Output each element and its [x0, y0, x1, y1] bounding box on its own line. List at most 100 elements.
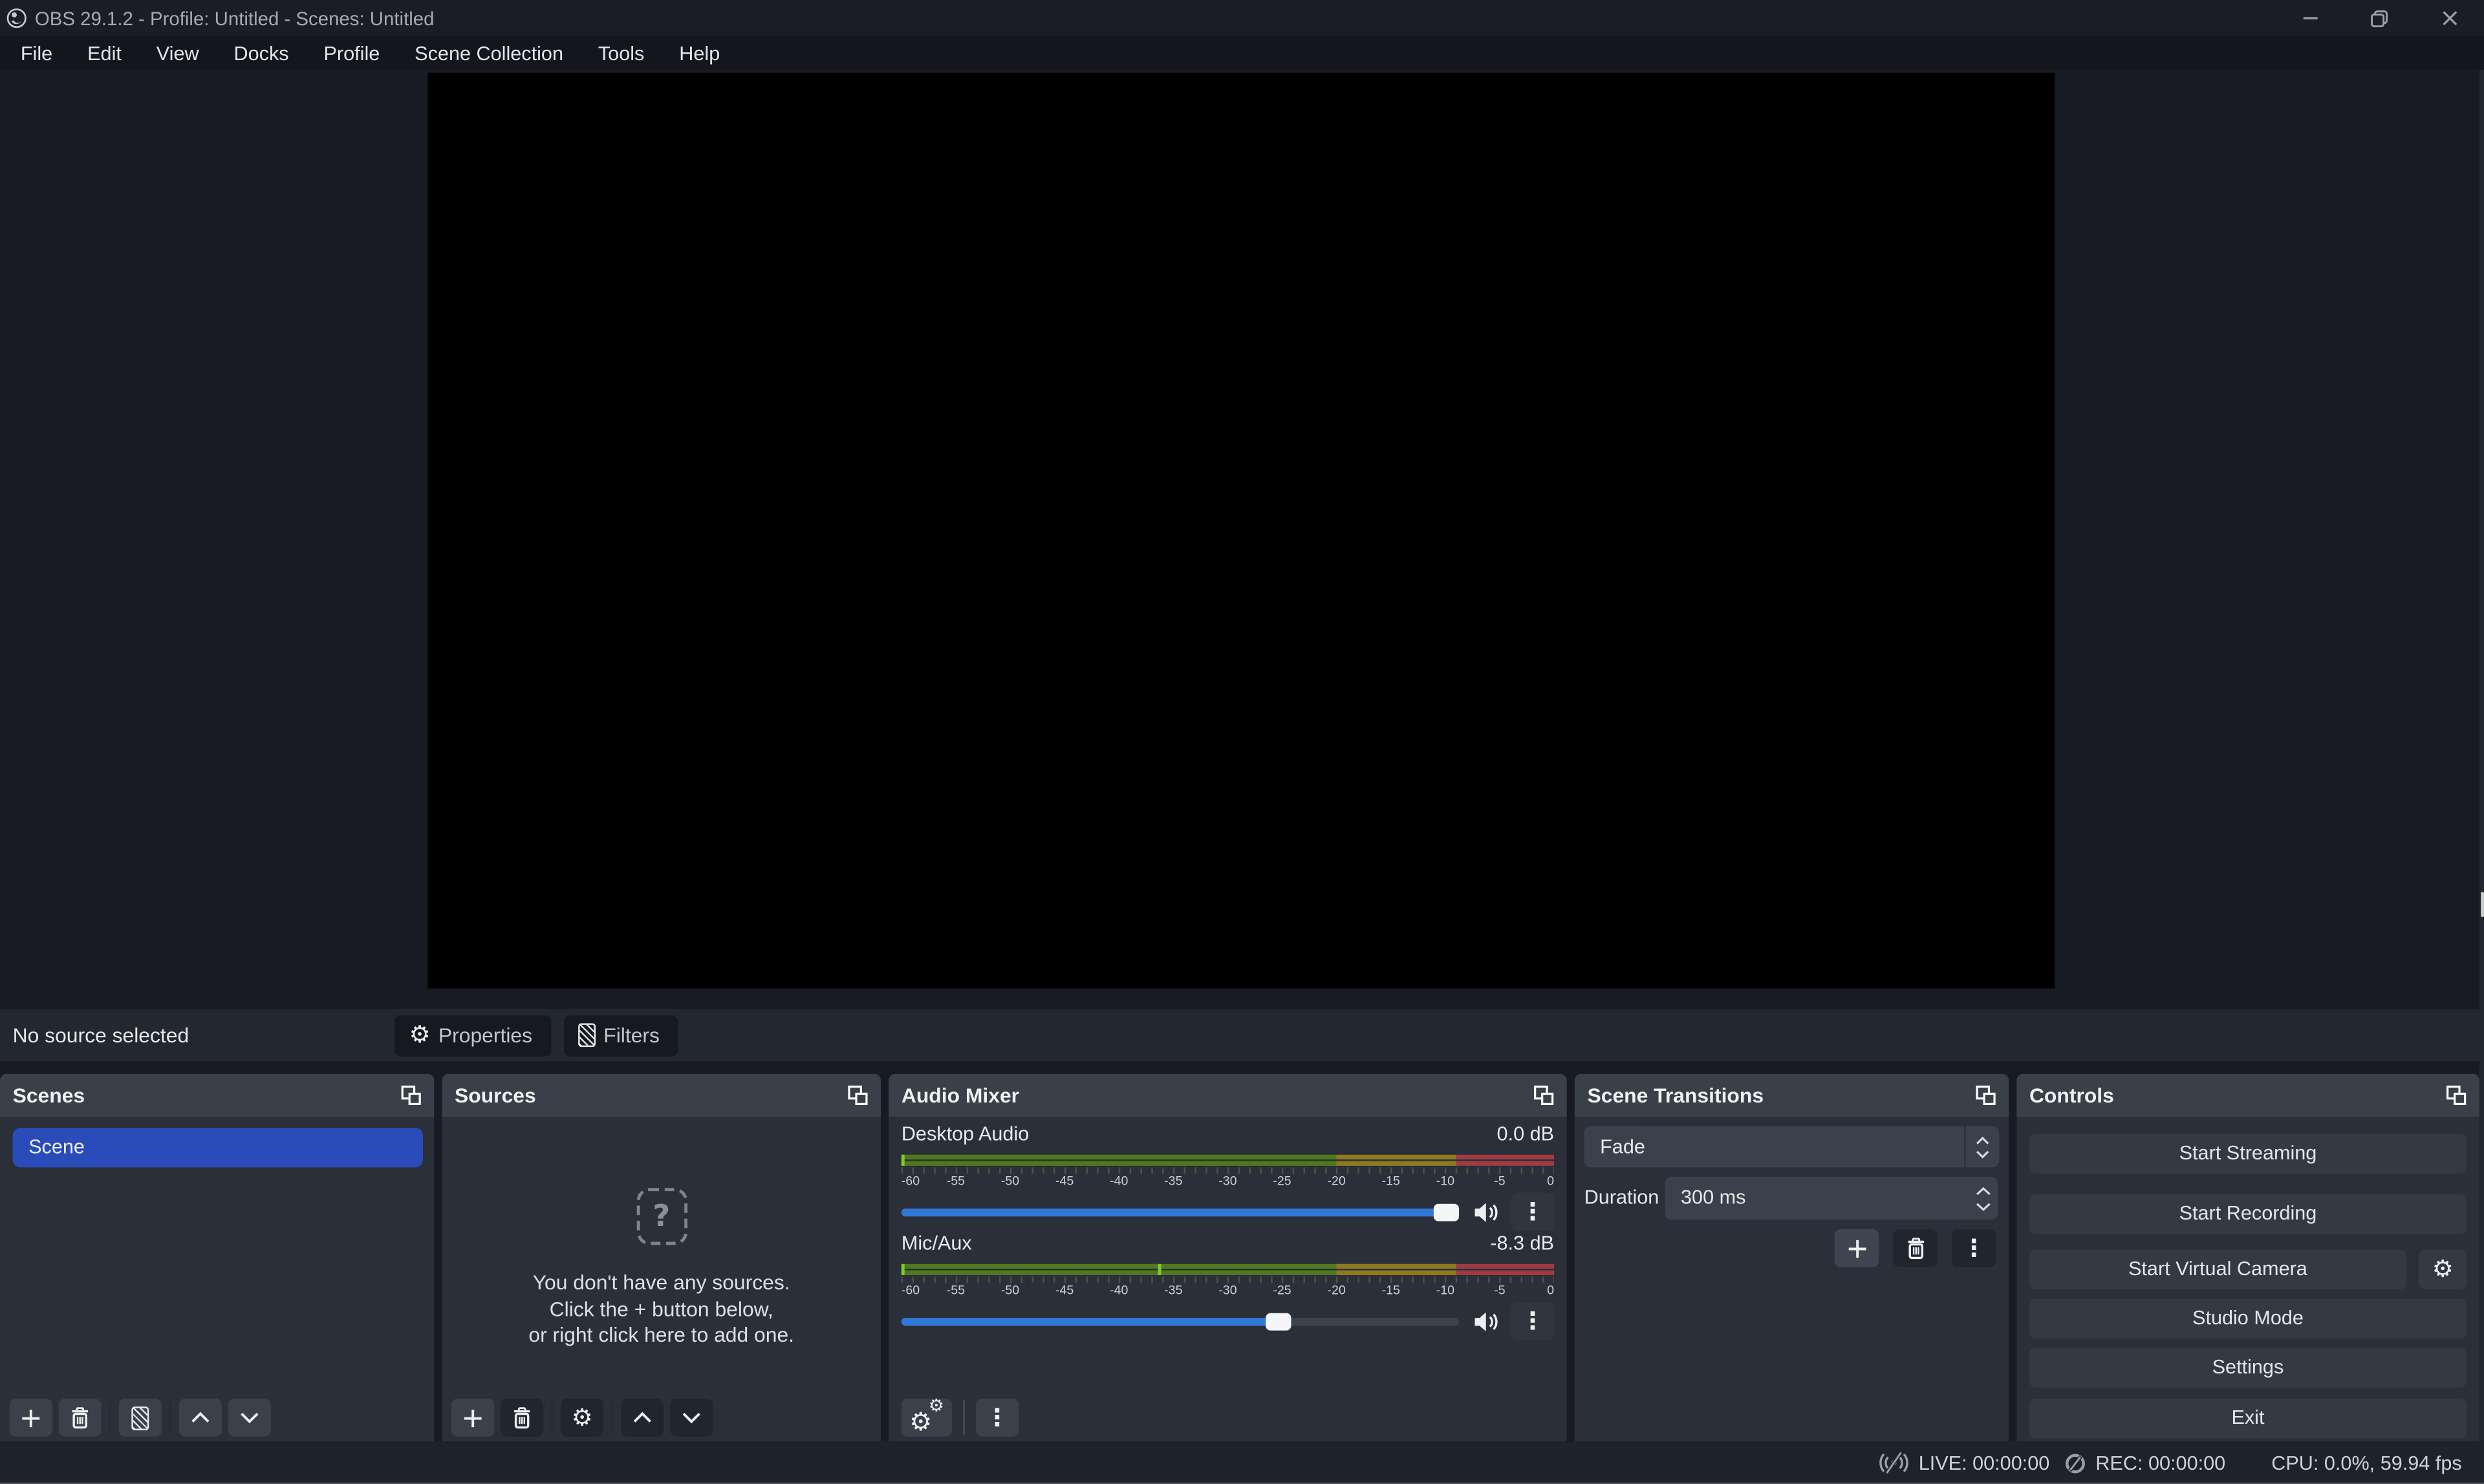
db-label: -45 [1055, 1283, 1074, 1297]
remove-scene-button[interactable] [59, 1399, 102, 1437]
chevron-down-icon [681, 1412, 702, 1425]
db-label: -35 [1164, 1174, 1182, 1188]
remove-source-button[interactable] [501, 1399, 543, 1437]
db-label: -30 [1218, 1174, 1237, 1188]
audio-mixer-body: Desktop Audio 0.0 dB -60-55-50-45-40-35-… [889, 1117, 1566, 1441]
start-virtual-camera-button[interactable]: Start Virtual Camera [2029, 1250, 2406, 1289]
settings-button[interactable]: Settings [2029, 1348, 2467, 1388]
filter-icon [131, 1406, 149, 1430]
question-mark-icon: ? [636, 1188, 687, 1245]
close-button[interactable] [2414, 0, 2484, 36]
menu-item-profile[interactable]: Profile [307, 36, 398, 69]
source-status-text: No source selected [13, 1023, 189, 1047]
scenes-toolbar [10, 1399, 271, 1437]
restore-button[interactable] [2344, 0, 2414, 36]
spin-up-button[interactable] [1976, 1186, 1991, 1196]
move-scene-down-button[interactable] [228, 1399, 271, 1437]
volume-slider-handle[interactable] [1266, 1312, 1291, 1329]
live-status: LIVE: 00:00:00 [1879, 1451, 2049, 1475]
duration-spinbox[interactable]: 300 ms [1665, 1177, 1998, 1220]
add-transition-button[interactable] [1835, 1229, 1879, 1267]
transition-select-spinner[interactable] [1965, 1126, 2000, 1168]
scene-filters-button[interactable] [119, 1399, 162, 1437]
volume-slider-handle[interactable] [1434, 1203, 1459, 1220]
scene-transitions-body: Fade Duration 300 ms [1575, 1117, 2009, 1441]
start-streaming-button[interactable]: Start Streaming [2029, 1134, 2467, 1174]
trash-icon [512, 1406, 532, 1428]
exit-button[interactable]: Exit [2029, 1399, 2467, 1438]
remove-transition-button[interactable] [1893, 1229, 1938, 1267]
meter-db-labels: -60-55-50-45-40-35-30-25-20-15-10-50 [902, 1283, 1554, 1298]
cpu-stats: CPU: 0.0%, 59.94 fps [2271, 1452, 2461, 1474]
move-source-down-button[interactable] [670, 1399, 713, 1437]
popout-icon[interactable] [848, 1085, 869, 1106]
properties-label: Properties [438, 1023, 532, 1047]
popout-icon[interactable] [1976, 1085, 1996, 1106]
toolbar-separator [612, 1402, 613, 1434]
menu-item-docks[interactable]: Docks [217, 36, 307, 69]
start-recording-button[interactable]: Start Recording [2029, 1194, 2467, 1234]
db-label: 0 [1547, 1283, 1554, 1297]
virtual-camera-settings-button[interactable]: ⚙ [2419, 1250, 2467, 1289]
restore-icon [2370, 8, 2389, 27]
plus-icon [462, 1407, 483, 1428]
channel-menu-button[interactable]: ⋮ [1511, 1302, 1554, 1340]
channel-name: Desktop Audio [902, 1123, 1029, 1148]
speaker-icon[interactable] [1473, 1200, 1500, 1224]
rec-status: REC: 00:00:00 [2064, 1452, 2225, 1474]
db-label: -60 [902, 1283, 920, 1297]
mixer-channel-mic-aux: Mic/Aux -8.3 dB -60-55-50-45-40-35-30-25… [902, 1232, 1554, 1337]
menu-item-tools[interactable]: Tools [581, 36, 662, 69]
advanced-audio-button[interactable]: ⚙ ⚙ [902, 1399, 952, 1437]
move-source-up-button[interactable] [621, 1399, 664, 1437]
channel-menu-button[interactable]: ⋮ [1511, 1193, 1554, 1231]
empty-line: or right click here to add one. [442, 1322, 881, 1348]
add-source-button[interactable] [451, 1399, 494, 1437]
transition-properties-button[interactable]: ⋮ [1952, 1229, 1996, 1267]
studio-mode-button[interactable]: Studio Mode [2029, 1299, 2467, 1339]
popout-icon[interactable] [2446, 1085, 2467, 1106]
properties-button[interactable]: ⚙ Properties [395, 1015, 552, 1056]
scene-list-item[interactable]: Scene [13, 1128, 423, 1167]
source-properties-button[interactable]: ⚙ [561, 1399, 603, 1437]
speaker-icon[interactable] [1473, 1309, 1500, 1333]
sources-empty-text: You don't have any sources. Click the + … [442, 1271, 881, 1349]
trash-icon [70, 1406, 91, 1428]
live-time: LIVE: 00:00:00 [1919, 1452, 2050, 1474]
volume-slider[interactable] [902, 1199, 1459, 1224]
menu-item-edit[interactable]: Edit [70, 36, 139, 69]
meter-tick-scale [902, 1167, 1554, 1174]
chevron-down-icon [1976, 1149, 1990, 1159]
scene-transitions-header: Scene Transitions [1575, 1074, 2009, 1117]
close-icon [2441, 10, 2458, 27]
toolbar-separator [963, 1400, 964, 1435]
scenes-list: Scene [0, 1117, 434, 1441]
menu-item-scene-collection[interactable]: Scene Collection [397, 36, 581, 69]
move-scene-up-button[interactable] [179, 1399, 222, 1437]
add-scene-button[interactable] [10, 1399, 52, 1437]
minimize-icon [2301, 10, 2318, 27]
menu-item-help[interactable]: Help [662, 36, 737, 69]
spin-down-button[interactable] [1976, 1201, 1991, 1211]
menu-item-view[interactable]: View [139, 36, 217, 69]
volume-slider[interactable] [902, 1308, 1459, 1333]
db-label: -55 [947, 1283, 965, 1297]
popout-icon[interactable] [1533, 1085, 1554, 1106]
mixer-menu-button[interactable]: ⋮ [976, 1399, 1019, 1437]
db-label: -30 [1218, 1283, 1237, 1297]
duration-row: Duration 300 ms [1584, 1177, 1998, 1220]
filters-button[interactable]: Filters [564, 1015, 678, 1056]
transition-buttons: ⋮ [1835, 1229, 1996, 1267]
minimize-button[interactable] [2275, 0, 2345, 36]
filter-icon [578, 1023, 596, 1047]
sources-toolbar: ⚙ [451, 1399, 713, 1437]
transition-select[interactable]: Fade [1584, 1126, 2000, 1168]
db-label: -40 [1110, 1174, 1128, 1188]
popout-icon[interactable] [401, 1085, 422, 1106]
mixer-channel-desktop-audio: Desktop Audio 0.0 dB -60-55-50-45-40-35-… [902, 1123, 1554, 1228]
db-label: -25 [1273, 1174, 1291, 1188]
db-label: -50 [1001, 1174, 1019, 1188]
db-label: -50 [1001, 1283, 1019, 1297]
meter-db-labels: -60-55-50-45-40-35-30-25-20-15-10-50 [902, 1174, 1554, 1189]
menu-item-file[interactable]: File [3, 36, 70, 69]
